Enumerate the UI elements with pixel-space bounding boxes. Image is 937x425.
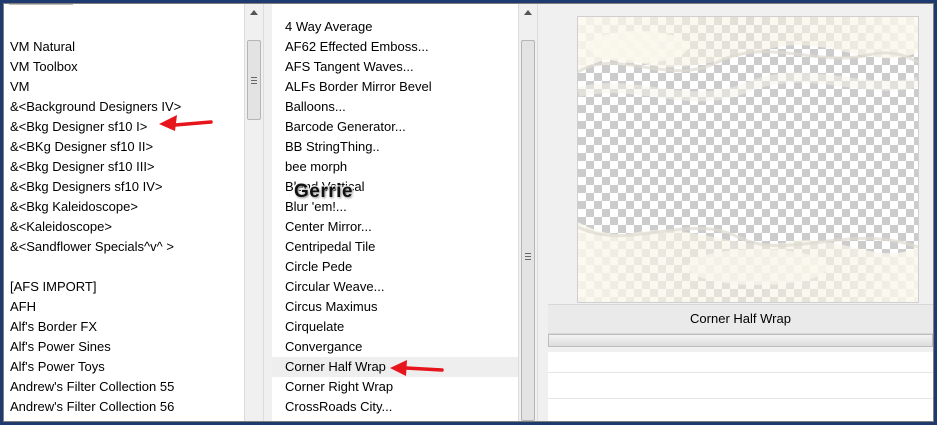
filter-item[interactable]: Barcode Generator... [272,117,518,137]
filter-item[interactable]: Balloons... [272,97,518,117]
filter-item[interactable]: Circus Maximus [272,297,518,317]
filter-preview [577,16,919,303]
panel-gap [538,4,548,421]
category-item[interactable]: AFH [4,297,244,317]
category-item[interactable] [4,257,244,277]
grip-icon [251,83,257,84]
category-item[interactable]: VM Toolbox [4,57,244,77]
arrow-up-icon[interactable] [524,10,532,15]
selected-filter-name: Corner Half Wrap [548,304,933,334]
red-arrow-icon [390,360,444,376]
grip-icon [525,259,531,260]
category-item[interactable]: &<Kaleidoscope> [4,217,244,237]
panel-gap [264,4,272,421]
category-item[interactable]: [AFS IMPORT] [4,277,244,297]
grip-icon [251,80,257,81]
category-item[interactable]: &<Sandflower Specials^v^ > [4,237,244,257]
category-item[interactable]: &<Bkg Kaleidoscope> [4,197,244,217]
category-item[interactable]: Andrew's Filter Collection 55 [4,377,244,397]
category-item[interactable]: &<BKg Designer sf10 II> [4,137,244,157]
category-item[interactable]: Alf's Power Sines [4,337,244,357]
watermark-signature: Gerrie [294,181,353,202]
filter-item[interactable]: bee morph [272,157,518,177]
list-top-rule [9,4,73,5]
category-item[interactable]: &<Bkg Designers sf10 IV> [4,177,244,197]
filter-item[interactable]: Corner Right Wrap [272,377,518,397]
category-scroll-thumb[interactable] [247,40,261,120]
red-arrow-icon [159,115,213,131]
category-list[interactable]: VM Natural VM Toolbox VM &<Background De… [4,4,244,421]
category-item[interactable]: Alf's Border FX [4,317,244,337]
filter-item[interactable]: Center Mirror... [272,217,518,237]
category-item[interactable]: Andrew's Filter Collection 56 [4,397,244,417]
category-item[interactable]: VM [4,77,244,97]
category-scrollbar[interactable] [244,4,264,421]
filter-item[interactable]: Circle Pede [272,257,518,277]
category-item[interactable]: Alf's Power Toys [4,357,244,377]
filter-item[interactable]: BB StringThing.. [272,137,518,157]
parameter-area [548,352,933,421]
filter-item[interactable]: Convergance [272,337,518,357]
grip-icon [251,77,257,78]
grip-icon [525,253,531,254]
filter-item[interactable]: CrossRoads City... [272,397,518,417]
filter-item[interactable]: Cirquelate [272,317,518,337]
progress-bar [548,334,933,347]
filter-item[interactable]: Circular Weave... [272,277,518,297]
filter-scrollbar[interactable] [518,4,538,421]
filter-item[interactable]: 4 Way Average [272,17,518,37]
filter-dialog: VM Natural VM Toolbox VM &<Background De… [3,3,934,422]
grip-icon [525,256,531,257]
arrow-up-icon[interactable] [250,10,258,15]
category-item[interactable]: VM Natural [4,37,244,57]
filter-scroll-thumb[interactable] [521,40,535,421]
filter-item[interactable]: Centripedal Tile [272,237,518,257]
filter-item[interactable]: AFS Tangent Waves... [272,57,518,77]
category-item[interactable]: &<Bkg Designer sf10 III> [4,157,244,177]
wave-preview-image [578,17,918,302]
divider [548,398,933,399]
filter-item[interactable]: ALFs Border Mirror Bevel [272,77,518,97]
divider [548,372,933,373]
filter-item[interactable]: AF62 Effected Emboss... [272,37,518,57]
